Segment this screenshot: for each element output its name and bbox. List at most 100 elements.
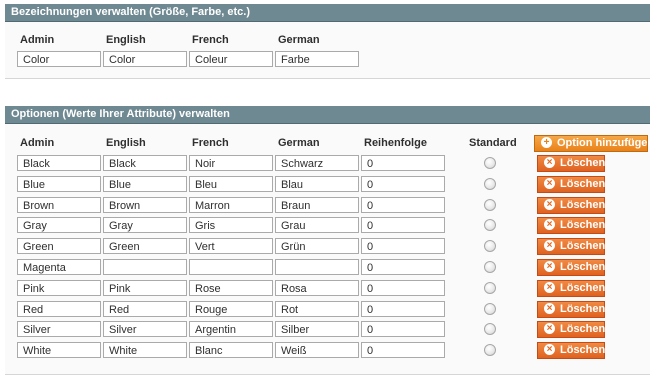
delete-option-button[interactable]: × Löschen <box>537 238 605 255</box>
option-german-input[interactable]: Grau <box>275 217 359 233</box>
add-option-label: Option hinzufügen <box>557 137 650 149</box>
option-english-input[interactable]: Red <box>103 301 187 317</box>
label-french-input[interactable]: Coleur <box>189 51 273 67</box>
option-french-input[interactable] <box>189 259 273 275</box>
option-admin-input[interactable]: Red <box>17 301 101 317</box>
delete-icon: × <box>544 302 555 314</box>
option-admin-input[interactable]: Brown <box>17 197 101 213</box>
option-order-input[interactable]: 0 <box>361 259 445 275</box>
option-admin-input[interactable]: Gray <box>17 217 101 233</box>
option-admin-input[interactable]: Blue <box>17 176 101 192</box>
option-french-input[interactable]: Bleu <box>189 176 273 192</box>
delete-option-button[interactable]: × Löschen <box>537 280 605 297</box>
delete-option-button[interactable]: × Löschen <box>537 176 605 193</box>
option-german-input[interactable]: Blau <box>275 176 359 192</box>
delete-option-button[interactable]: × Löschen <box>537 259 605 276</box>
option-english-input[interactable]: Blue <box>103 176 187 192</box>
option-french-input[interactable]: Gris <box>189 217 273 233</box>
option-admin-input[interactable]: Green <box>17 238 101 254</box>
option-default-radio[interactable] <box>484 303 496 315</box>
labels-section-title: Bezeichnungen verwalten (Größe, Farbe, e… <box>5 4 650 22</box>
option-default-radio[interactable] <box>484 282 496 294</box>
option-default-radio[interactable] <box>484 240 496 252</box>
option-french-input[interactable]: Rouge <box>189 301 273 317</box>
delete-option-label: Löschen <box>560 219 606 231</box>
option-french-input[interactable]: Marron <box>189 197 273 213</box>
labels-header-admin: Admin <box>20 34 55 46</box>
delete-option-label: Löschen <box>560 323 606 335</box>
option-german-input[interactable]: Grün <box>275 238 359 254</box>
options-header-german: German <box>278 137 320 149</box>
option-english-input[interactable]: Brown <box>103 197 187 213</box>
option-english-input[interactable]: Gray <box>103 217 187 233</box>
option-german-input[interactable] <box>275 259 359 275</box>
option-german-input[interactable]: Weiß <box>275 342 359 358</box>
delete-icon: × <box>544 343 555 355</box>
options-header-standard: Standard <box>469 137 517 149</box>
delete-option-label: Löschen <box>560 303 606 315</box>
label-admin-input[interactable]: Color <box>17 51 101 67</box>
option-order-input[interactable]: 0 <box>361 280 445 296</box>
option-order-input[interactable]: 0 <box>361 217 445 233</box>
plus-icon: + <box>541 136 552 148</box>
option-admin-input[interactable]: Black <box>17 155 101 171</box>
option-default-radio[interactable] <box>484 157 496 169</box>
option-order-input[interactable]: 0 <box>361 342 445 358</box>
option-german-input[interactable]: Braun <box>275 197 359 213</box>
add-option-button[interactable]: + Option hinzufügen <box>534 135 650 152</box>
delete-option-label: Löschen <box>560 240 606 252</box>
option-french-input[interactable]: Noir <box>189 155 273 171</box>
option-order-input[interactable]: 0 <box>361 197 445 213</box>
labels-section: Bezeichnungen verwalten (Größe, Farbe, e… <box>5 4 650 79</box>
option-default-radio[interactable] <box>484 199 496 211</box>
delete-icon: × <box>544 322 555 334</box>
option-order-input[interactable]: 0 <box>361 176 445 192</box>
delete-option-button[interactable]: × Löschen <box>537 301 605 318</box>
option-order-input[interactable]: 0 <box>361 238 445 254</box>
option-english-input[interactable]: Silver <box>103 321 187 337</box>
option-french-input[interactable]: Rose <box>189 280 273 296</box>
option-french-input[interactable]: Argentin <box>189 321 273 337</box>
option-english-input[interactable]: White <box>103 342 187 358</box>
option-order-input[interactable]: 0 <box>361 301 445 317</box>
delete-option-button[interactable]: × Löschen <box>537 155 605 172</box>
option-german-input[interactable]: Schwarz <box>275 155 359 171</box>
delete-option-label: Löschen <box>560 261 606 273</box>
delete-option-button[interactable]: × Löschen <box>537 321 605 338</box>
option-german-input[interactable]: Silber <box>275 321 359 337</box>
option-default-radio[interactable] <box>484 219 496 231</box>
option-default-radio[interactable] <box>484 261 496 273</box>
delete-option-button[interactable]: × Löschen <box>537 342 605 359</box>
option-admin-input[interactable]: Magenta <box>17 259 101 275</box>
option-english-input[interactable] <box>103 259 187 275</box>
option-default-radio[interactable] <box>484 178 496 190</box>
delete-icon: × <box>544 156 555 168</box>
option-admin-input[interactable]: White <box>17 342 101 358</box>
option-admin-input[interactable]: Pink <box>17 280 101 296</box>
delete-option-label: Löschen <box>560 199 606 211</box>
option-order-input[interactable]: 0 <box>361 321 445 337</box>
option-order-input[interactable]: 0 <box>361 155 445 171</box>
option-german-input[interactable]: Rot <box>275 301 359 317</box>
option-english-input[interactable]: Black <box>103 155 187 171</box>
delete-option-label: Löschen <box>560 157 606 169</box>
delete-icon: × <box>544 218 555 230</box>
option-english-input[interactable]: Pink <box>103 280 187 296</box>
label-english-input[interactable]: Color <box>103 51 187 67</box>
option-french-input[interactable]: Vert <box>189 238 273 254</box>
option-english-input[interactable]: Green <box>103 238 187 254</box>
option-french-input[interactable]: Blanc <box>189 342 273 358</box>
options-section: Optionen (Werte Ihrer Attribute) verwalt… <box>5 106 650 375</box>
option-default-radio[interactable] <box>484 344 496 356</box>
delete-option-label: Löschen <box>560 282 606 294</box>
label-german-input[interactable]: Farbe <box>275 51 359 67</box>
delete-option-button[interactable]: × Löschen <box>537 217 605 234</box>
option-german-input[interactable]: Rosa <box>275 280 359 296</box>
options-header-english: English <box>106 137 146 149</box>
delete-option-button[interactable]: × Löschen <box>537 197 605 214</box>
option-default-radio[interactable] <box>484 323 496 335</box>
delete-icon: × <box>544 281 555 293</box>
labels-header-english: English <box>106 34 146 46</box>
option-admin-input[interactable]: Silver <box>17 321 101 337</box>
delete-icon: × <box>544 198 555 210</box>
